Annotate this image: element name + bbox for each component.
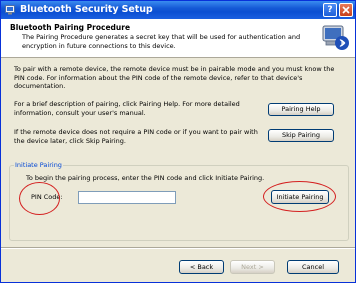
wizard-header: Bluetooth Pairing Procedure The Pairing … [1,19,355,58]
title-bar[interactable]: Bluetooth Security Setup ? [1,1,355,19]
bluetooth-settings-icon [5,5,15,15]
pairing-help-button[interactable]: Pairing Help [268,103,334,116]
pairing-help-text: For a brief description of pairing, clic… [14,100,240,117]
next-button[interactable]: Next > [230,260,275,274]
initiate-pairing-button[interactable]: Initiate Pairing [271,190,329,204]
back-button[interactable]: < Back [179,260,224,274]
page-description: The Pairing Procedure generates a secret… [22,33,301,50]
initiate-instructions: To begin the pairing process, enter the … [26,174,265,182]
window-title: Bluetooth Security Setup [20,4,153,15]
initiate-pairing-group-label: Initiate Pairing [14,161,63,169]
close-icon [342,6,350,14]
cancel-button[interactable]: Cancel [287,260,339,274]
skip-pairing-button[interactable]: Skip Pairing [268,129,334,142]
close-button[interactable] [339,3,353,17]
page-title: Bluetooth Pairing Procedure [10,23,131,32]
bluetooth-security-setup-window: Bluetooth Security Setup ? Bluetooth Pai… [0,0,356,283]
pin-code-label: PIN Code: [31,193,63,201]
intro-text: To pair with a remote device, the remote… [14,65,335,90]
footer-divider [1,247,355,249]
help-button[interactable]: ? [323,3,337,17]
pin-code-input[interactable] [78,191,176,204]
skip-pairing-text: If the remote device does not require a … [14,128,258,145]
bluetooth-computer-icon [322,25,349,50]
